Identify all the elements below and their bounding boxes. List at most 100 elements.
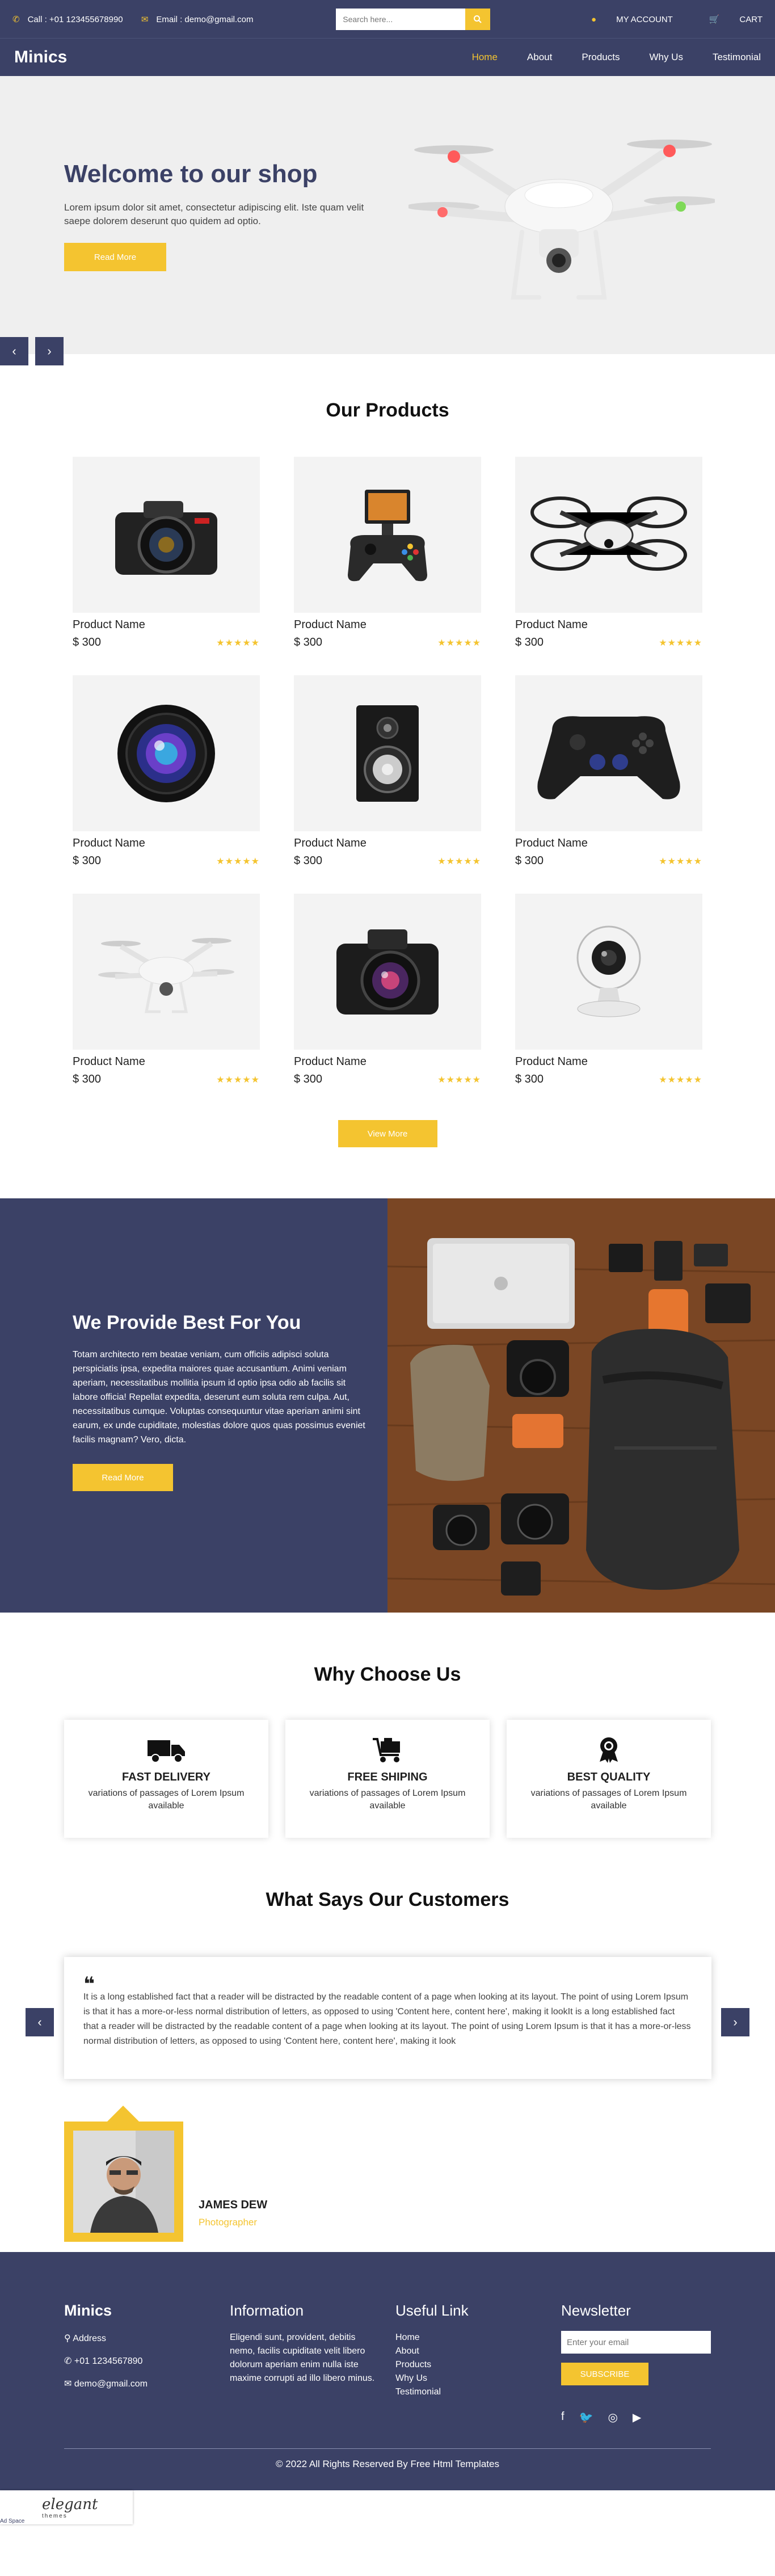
product-image[interactable]	[515, 457, 702, 613]
product-card[interactable]: Product Name $ 300 ★★★★★	[515, 675, 702, 868]
footer-newsletter: Newsletter SUBSCRIBE f 🐦 ◎ ▶	[561, 2302, 727, 2425]
product-card[interactable]: Product Name $ 300 ★★★★★	[294, 675, 481, 868]
hero-next-button[interactable]: ›	[35, 337, 64, 365]
provide-section: We Provide Best For You Totam architecto…	[0, 1198, 775, 1613]
footer-logo[interactable]: Minics	[64, 2302, 230, 2320]
nav-item-products[interactable]: Products	[582, 52, 620, 63]
product-card[interactable]: Product Name $ 300 ★★★★★	[294, 894, 481, 1086]
mini-drone-icon	[530, 496, 687, 571]
product-grid: Product Name $ 300 ★★★★★ Product Name $ 3…	[73, 457, 702, 1086]
star-rating: ★★★★★	[437, 1075, 481, 1085]
provide-read-more-button[interactable]: Read More	[73, 1464, 173, 1491]
badge-sub: themes	[42, 2512, 68, 2519]
product-card[interactable]: Product Name $ 300 ★★★★★	[515, 894, 702, 1086]
map-pin-icon: ⚲	[64, 2334, 73, 2343]
nav-item-home[interactable]: Home	[472, 52, 498, 63]
product-price: $ 300	[73, 636, 102, 649]
footer-email[interactable]: ✉ demo@gmail.com	[64, 2377, 230, 2391]
footer-links-title: Useful Link	[395, 2302, 469, 2319]
footer-link-why-us[interactable]: Why Us	[395, 2372, 561, 2385]
envelope-icon: ✉	[141, 14, 149, 24]
my-account-link[interactable]: ● MY ACCOUNT	[574, 15, 673, 24]
product-card[interactable]: Product Name $ 300 ★★★★★	[73, 675, 260, 868]
product-price: $ 300	[515, 1073, 544, 1085]
product-image[interactable]	[73, 894, 260, 1050]
search-input[interactable]	[336, 8, 466, 30]
product-name: Product Name	[294, 618, 367, 631]
product-image[interactable]	[73, 457, 260, 613]
youtube-icon[interactable]: ▶	[633, 2410, 641, 2425]
footer-link-testimonial[interactable]: Testimonial	[395, 2385, 561, 2399]
dslr-camera-icon	[115, 500, 217, 575]
hero-read-more-button[interactable]: Read More	[64, 243, 166, 271]
product-card[interactable]: Product Name $ 300 ★★★★★	[73, 894, 260, 1086]
envelope-icon: ✉	[64, 2379, 74, 2389]
facebook-icon[interactable]: f	[561, 2410, 565, 2425]
product-name: Product Name	[73, 837, 145, 849]
product-image[interactable]	[515, 675, 702, 831]
hero-prev-button[interactable]: ‹	[0, 337, 28, 365]
testimonial-title: What Says Our Customers	[266, 1889, 509, 1910]
feature-title: FREE SHIPING	[347, 1771, 428, 1783]
footer-information: Information Eligendi sunt, provident, de…	[230, 2302, 395, 2425]
feature-card: FREE SHIPING variations of passages of L…	[285, 1720, 490, 1838]
product-name: Product Name	[294, 1055, 367, 1068]
search-icon	[474, 15, 482, 23]
product-image[interactable]	[294, 457, 481, 613]
product-image[interactable]	[294, 894, 481, 1050]
footer-link-about[interactable]: About	[395, 2345, 561, 2358]
product-price: $ 300	[515, 636, 544, 649]
nav-menu: Home About Products Why Us Testimonial	[443, 52, 761, 63]
provide-text: Totam architecto rem beatae veniam, cum …	[73, 1350, 365, 1445]
cart-link[interactable]: 🛒 CART	[692, 15, 763, 24]
provide-title: We Provide Best For You	[73, 1312, 301, 1333]
footer-link-home[interactable]: Home	[395, 2331, 561, 2345]
feature-text: variations of passages of Lorem Ipsum av…	[309, 1788, 466, 1811]
product-image[interactable]	[294, 675, 481, 831]
camera-lens-icon	[117, 704, 215, 802]
products-title: Our Products	[326, 399, 449, 421]
newsletter-title: Newsletter	[561, 2302, 631, 2319]
ad-area: elegant themes Ad Space	[0, 2490, 775, 2524]
search-button[interactable]	[465, 8, 491, 30]
product-price: $ 300	[73, 855, 102, 867]
cart-icon: 🛒	[709, 14, 720, 24]
nav-item-testimonial[interactable]: Testimonial	[713, 52, 761, 63]
testimonial-next-button[interactable]: ›	[721, 2008, 749, 2036]
product-card[interactable]: Product Name $ 300 ★★★★★	[73, 457, 260, 649]
customer-name: JAMES DEW	[199, 2199, 268, 2211]
social-links: f 🐦 ◎ ▶	[561, 2410, 727, 2425]
photo-gear-illustration	[387, 1198, 775, 1613]
twitter-icon[interactable]: 🐦	[579, 2410, 593, 2425]
nav-item-why-us[interactable]: Why Us	[649, 52, 683, 63]
elegant-themes-badge[interactable]: elegant themes Ad Space	[0, 2490, 133, 2524]
footer-info-text: Eligendi sunt, provident, debitis nemo, …	[230, 2333, 375, 2383]
product-image[interactable]	[73, 675, 260, 831]
newsletter-email-input[interactable]	[561, 2331, 711, 2354]
white-drone-icon	[98, 937, 234, 1013]
nav-item-about[interactable]: About	[527, 52, 552, 63]
view-more-button[interactable]: View More	[338, 1120, 437, 1147]
product-card[interactable]: Product Name $ 300 ★★★★★	[515, 457, 702, 649]
gamepad-icon	[537, 715, 680, 799]
feature-text: variations of passages of Lorem Ipsum av…	[88, 1788, 245, 1811]
star-rating: ★★★★★	[437, 638, 481, 648]
subscribe-button[interactable]: SUBSCRIBE	[561, 2363, 648, 2385]
phone-gamepad-icon	[348, 489, 427, 581]
phone-icon: ✆	[12, 14, 20, 24]
testimonial-prev-button[interactable]: ‹	[26, 2008, 54, 2036]
product-image[interactable]	[515, 894, 702, 1050]
star-rating: ★★★★★	[437, 856, 481, 866]
hero-slider-controls: ‹ ›	[0, 337, 64, 365]
footer-phone[interactable]: ✆ +01 1234567890	[64, 2355, 230, 2368]
email-info[interactable]: ✉ Email : demo@gmail.com	[141, 15, 262, 24]
footer-link-products[interactable]: Products	[395, 2358, 561, 2372]
feature-card: BEST QUALITY variations of passages of L…	[507, 1720, 711, 1838]
instagram-icon[interactable]: ◎	[608, 2410, 617, 2425]
call-info[interactable]: ✆ Call : +01 123455678990	[12, 15, 131, 24]
testimonial-section: What Says Our Customers ‹ ❝ It is a long…	[0, 1838, 775, 2252]
logo[interactable]: Minics	[14, 48, 67, 67]
product-card[interactable]: Product Name $ 300 ★★★★★	[294, 457, 481, 649]
product-price: $ 300	[515, 855, 544, 867]
footer-divider	[64, 2448, 711, 2449]
